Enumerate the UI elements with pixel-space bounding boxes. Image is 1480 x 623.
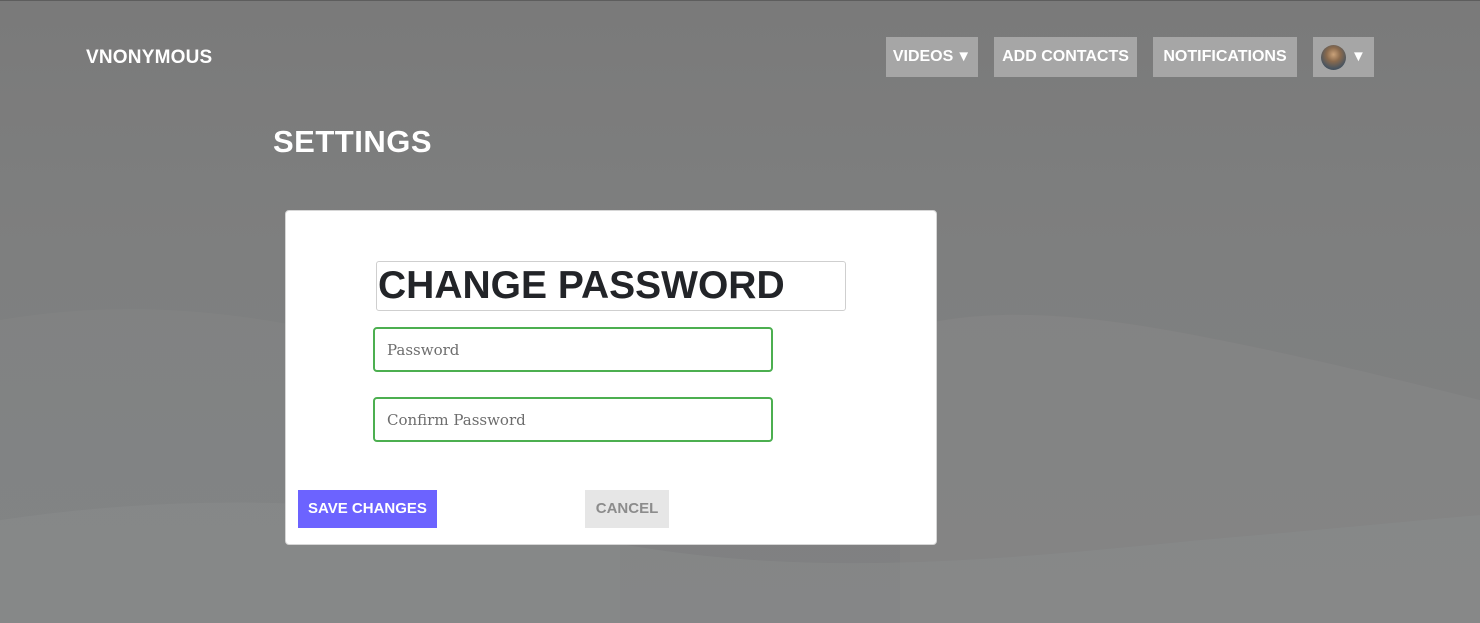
chevron-down-icon: ▼ bbox=[956, 48, 972, 65]
chevron-down-icon: ▼ bbox=[1351, 48, 1366, 65]
password-input[interactable] bbox=[373, 327, 773, 372]
nav-add-contacts-button[interactable]: ADD CONTACTS bbox=[994, 37, 1137, 77]
confirm-password-input[interactable] bbox=[373, 397, 773, 442]
nav-add-contacts-label: ADD CONTACTS bbox=[1002, 48, 1129, 65]
window-top-border bbox=[0, 0, 1480, 1]
profile-menu-dropdown[interactable]: ▼ bbox=[1313, 37, 1374, 77]
nav-notifications-label: NOTIFICATIONS bbox=[1163, 48, 1287, 65]
brand-logo[interactable]: VNONYMOUS bbox=[86, 47, 212, 69]
save-changes-button[interactable]: SAVE CHANGES bbox=[298, 490, 437, 528]
change-password-card: CHANGE PASSWORD SAVE CHANGES CANCEL bbox=[285, 210, 937, 545]
change-password-heading: CHANGE PASSWORD bbox=[376, 261, 846, 311]
cancel-button[interactable]: CANCEL bbox=[585, 490, 669, 528]
avatar bbox=[1321, 45, 1346, 70]
page-title: SETTINGS bbox=[273, 124, 433, 159]
nav-videos-dropdown[interactable]: VIDEOS ▼ bbox=[886, 37, 978, 77]
nav-videos-label: VIDEOS bbox=[892, 48, 954, 65]
nav-notifications-button[interactable]: NOTIFICATIONS bbox=[1153, 37, 1297, 77]
